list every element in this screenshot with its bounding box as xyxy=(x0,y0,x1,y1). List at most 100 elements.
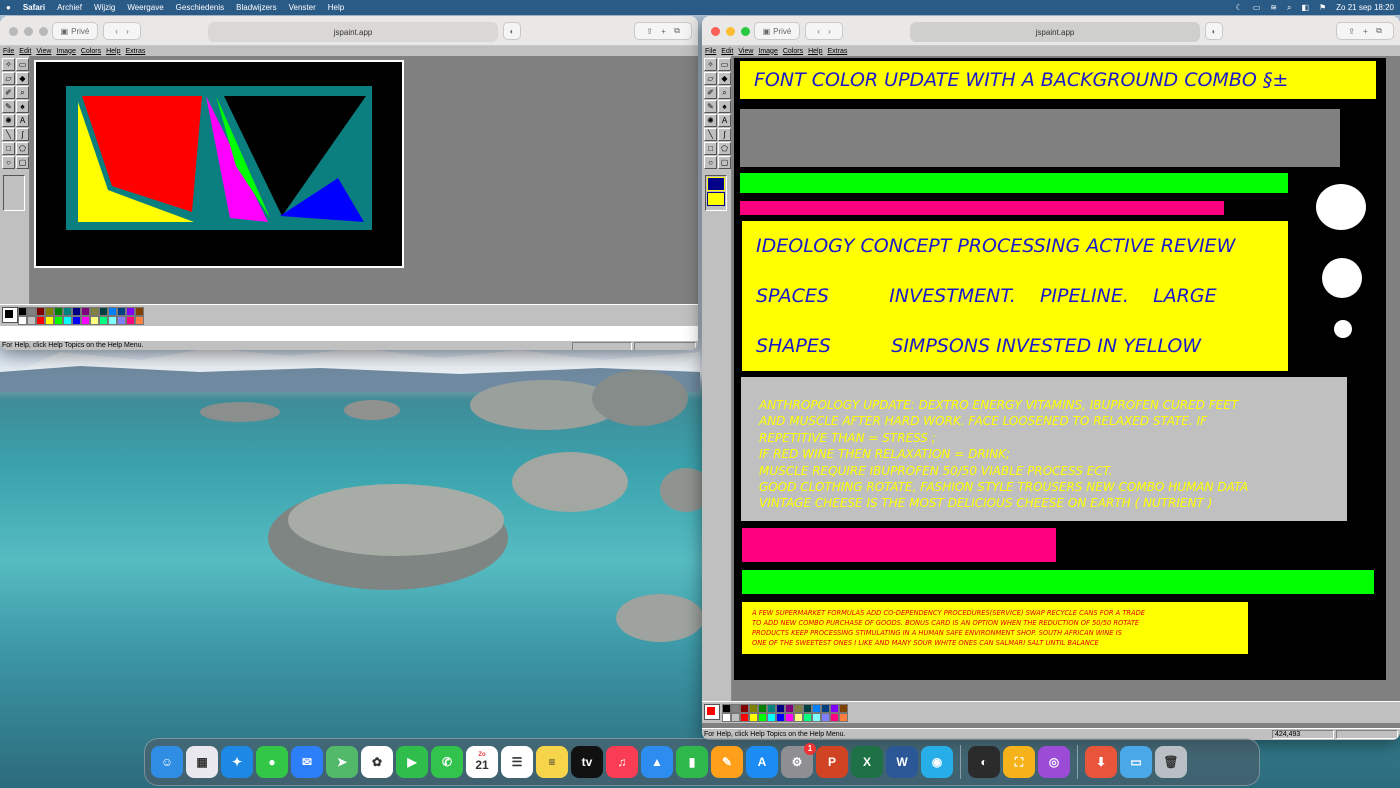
text-tool-icon[interactable]: A xyxy=(16,114,29,127)
tool-options[interactable] xyxy=(3,175,25,211)
close-button[interactable] xyxy=(9,27,18,36)
magnifier-tool-icon[interactable]: ⌕ xyxy=(718,86,731,99)
paint-menu-help[interactable]: Help xyxy=(106,48,120,55)
messages-icon[interactable]: ● xyxy=(256,746,288,778)
palette-swatch[interactable] xyxy=(830,713,839,722)
palette-swatch[interactable] xyxy=(108,316,117,325)
rectangle-tool-icon[interactable]: □ xyxy=(2,142,15,155)
picker-tool-icon[interactable]: ✐ xyxy=(2,86,15,99)
close-button[interactable] xyxy=(711,27,720,36)
search-icon[interactable]: ⌕ xyxy=(1287,3,1291,13)
palette-swatch[interactable] xyxy=(63,316,72,325)
palette-swatch[interactable] xyxy=(758,713,767,722)
fill-tool-icon[interactable]: ◆ xyxy=(718,72,731,85)
palette-swatch[interactable] xyxy=(767,704,776,713)
back-forward-button[interactable]: ‹ › xyxy=(805,22,843,40)
paint-canvas[interactable] xyxy=(34,60,404,268)
menu-app-name[interactable]: Safari xyxy=(23,3,45,12)
airbrush-tool-icon[interactable]: ✺ xyxy=(704,114,717,127)
rounded-rectangle-tool-icon[interactable]: ▢ xyxy=(718,156,731,169)
word-icon[interactable]: W xyxy=(886,746,918,778)
shield-icon[interactable]: ◐ xyxy=(1205,22,1223,40)
palette-swatch[interactable] xyxy=(90,307,99,316)
ellipse-tool-icon[interactable]: ○ xyxy=(704,156,717,169)
rounded-rectangle-tool-icon[interactable]: ▢ xyxy=(16,156,29,169)
palette-swatch[interactable] xyxy=(776,704,785,713)
powerpoint-icon[interactable]: P xyxy=(816,746,848,778)
finder-alt-icon[interactable]: ◉ xyxy=(921,746,953,778)
wifi-icon[interactable]: ≋ xyxy=(1270,3,1277,12)
menu-wijzig[interactable]: Wijzig xyxy=(94,3,115,12)
fill-tool-icon[interactable]: ◆ xyxy=(16,72,29,85)
palette-swatch[interactable] xyxy=(36,316,45,325)
minimize-button[interactable] xyxy=(726,27,735,36)
private-tab-button[interactable]: ▣ Privé xyxy=(52,22,98,40)
palette-swatch[interactable] xyxy=(722,713,731,722)
palette-swatch[interactable] xyxy=(117,307,126,316)
palette-swatch[interactable] xyxy=(776,713,785,722)
paint-menu-help[interactable]: Help xyxy=(808,48,822,55)
picker-tool-icon[interactable]: ✐ xyxy=(704,86,717,99)
control-center-icon[interactable]: ◧ xyxy=(1301,3,1309,12)
calendar-icon[interactable]: Zo 21 xyxy=(466,746,498,778)
palette-swatch[interactable] xyxy=(99,316,108,325)
palette-swatch[interactable] xyxy=(81,307,90,316)
pencil-tool-icon[interactable]: ✎ xyxy=(2,100,15,113)
menu-bladwijzers[interactable]: Bladwijzers xyxy=(236,3,276,12)
paint-menu-file[interactable]: File xyxy=(705,48,716,55)
palette-swatch[interactable] xyxy=(767,713,776,722)
folder-icon[interactable]: ▭ xyxy=(1120,746,1152,778)
palette-swatch[interactable] xyxy=(830,704,839,713)
palette-swatch[interactable] xyxy=(794,713,803,722)
palette-swatch[interactable] xyxy=(99,307,108,316)
trash-icon[interactable]: 🗑 xyxy=(1155,746,1187,778)
menu-archief[interactable]: Archief xyxy=(57,3,82,12)
select-tool-icon[interactable]: ▭ xyxy=(16,58,29,71)
palette-swatch[interactable] xyxy=(812,713,821,722)
palette-swatch[interactable] xyxy=(731,713,740,722)
airbrush-tool-icon[interactable]: ✺ xyxy=(2,114,15,127)
palette-swatch[interactable] xyxy=(126,307,135,316)
paint-menu-image[interactable]: Image xyxy=(56,48,75,55)
safari-icon[interactable]: ✦ xyxy=(221,746,253,778)
paint-menu-extras[interactable]: Extras xyxy=(126,48,146,55)
system-settings-icon[interactable]: ⚙ 1 xyxy=(781,743,816,778)
menu-geschiedenis[interactable]: Geschiedenis xyxy=(176,3,224,12)
paint-menu-colors[interactable]: Colors xyxy=(81,48,101,55)
paint-menu-edit[interactable]: Edit xyxy=(19,48,31,55)
opaque-option-icon[interactable] xyxy=(707,177,725,191)
notes-icon[interactable]: ≡ xyxy=(536,746,568,778)
ellipse-tool-icon[interactable]: ○ xyxy=(2,156,15,169)
palette-swatch[interactable] xyxy=(722,704,731,713)
current-colors[interactable] xyxy=(704,704,720,720)
palette-swatch[interactable] xyxy=(45,316,54,325)
palette-swatch[interactable] xyxy=(749,704,758,713)
photos-icon[interactable]: ✿ xyxy=(361,746,393,778)
eraser-tool-icon[interactable]: ▱ xyxy=(704,72,717,85)
transparent-option-icon[interactable] xyxy=(707,192,725,206)
launchpad-icon[interactable]: ▦ xyxy=(186,746,218,778)
downloads-icon[interactable]: ⬇ xyxy=(1085,746,1117,778)
paint-menu-view[interactable]: View xyxy=(738,48,753,55)
url-bar[interactable]: jspaint.app xyxy=(910,22,1200,42)
minimize-button[interactable] xyxy=(24,27,33,36)
free-select-tool-icon[interactable]: ✧ xyxy=(704,58,717,71)
pages-icon[interactable]: ✎ xyxy=(711,746,743,778)
clock-label[interactable]: Zo 21 sep 18:20 xyxy=(1336,3,1394,12)
battery-icon[interactable]: ▭ xyxy=(1253,3,1261,12)
magnifier-tool-icon[interactable]: ⌕ xyxy=(16,86,29,99)
palette-swatch[interactable] xyxy=(27,307,36,316)
zoom-button[interactable] xyxy=(39,27,48,36)
curve-tool-icon[interactable]: ∫ xyxy=(718,128,731,141)
palette-swatch[interactable] xyxy=(740,713,749,722)
palette-swatch[interactable] xyxy=(731,704,740,713)
palette-swatch[interactable] xyxy=(749,713,758,722)
menu-help[interactable]: Help xyxy=(328,3,344,12)
palette-swatch[interactable] xyxy=(803,713,812,722)
private-tab-button[interactable]: ▣ Privé xyxy=(754,22,800,40)
excel-icon[interactable]: X xyxy=(851,746,883,778)
brush-tool-icon[interactable]: ♠ xyxy=(16,100,29,113)
music-icon[interactable]: ♫ xyxy=(606,746,638,778)
text-tool-icon[interactable]: A xyxy=(718,114,731,127)
palette-swatch[interactable] xyxy=(758,704,767,713)
